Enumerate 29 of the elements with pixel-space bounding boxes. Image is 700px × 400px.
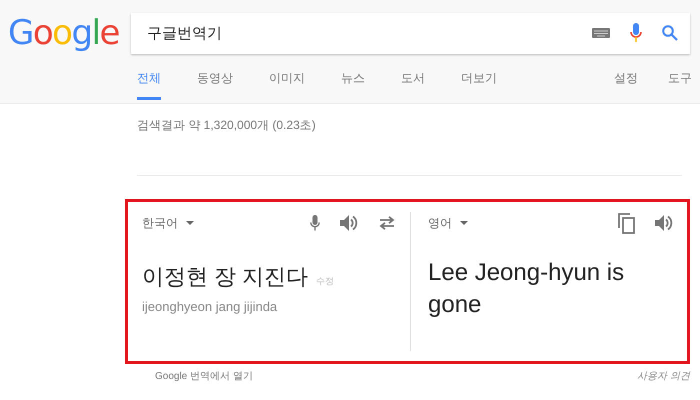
swap-arrows-icon[interactable] [378,216,396,230]
language-dropdown[interactable]: 한국어 [142,214,194,232]
language-dropdown[interactable]: 영어 [428,214,468,232]
keyboard-icon[interactable] [592,28,610,38]
search-tab[interactable]: 더보기 [461,58,497,100]
speaker-icon[interactable] [340,215,358,231]
dropdown-caret-icon [186,221,194,225]
translated-text: Lee Jeong-hyun is gone [428,258,626,320]
google-logo[interactable]: Google [8,10,121,56]
dropdown-caret-icon [460,221,468,225]
copy-icon[interactable] [618,212,635,234]
search-bar[interactable]: 구글번역기 [130,12,690,54]
search-tab[interactable]: 뉴스 [341,58,365,100]
feedback-link[interactable]: 사용자 의견 [637,369,690,383]
open-in-translate-link[interactable]: Google 번역에서 열기 [155,369,253,383]
search-icon[interactable] [662,25,678,41]
search-field[interactable]: 구글번역기 [144,24,572,42]
search-tab[interactable]: 전체 [137,58,161,100]
search-tab[interactable]: 이미지 [269,58,305,100]
speaker-icon[interactable] [655,215,673,231]
romanization-text: ijeonghyeon jang jijinda [142,299,278,314]
result-stats: 검색결과 약 1,320,000개 (0.23초) [137,117,316,134]
microphone-icon[interactable] [310,215,320,231]
tool-link[interactable]: 도구 [668,58,692,100]
tool-link[interactable]: 설정 [614,58,638,100]
search-tab[interactable]: 동영상 [197,58,233,100]
source-text: 이정현 장 지진다 [142,263,308,291]
microphone-icon[interactable] [630,23,642,43]
search-tab[interactable]: 도서 [401,58,425,100]
